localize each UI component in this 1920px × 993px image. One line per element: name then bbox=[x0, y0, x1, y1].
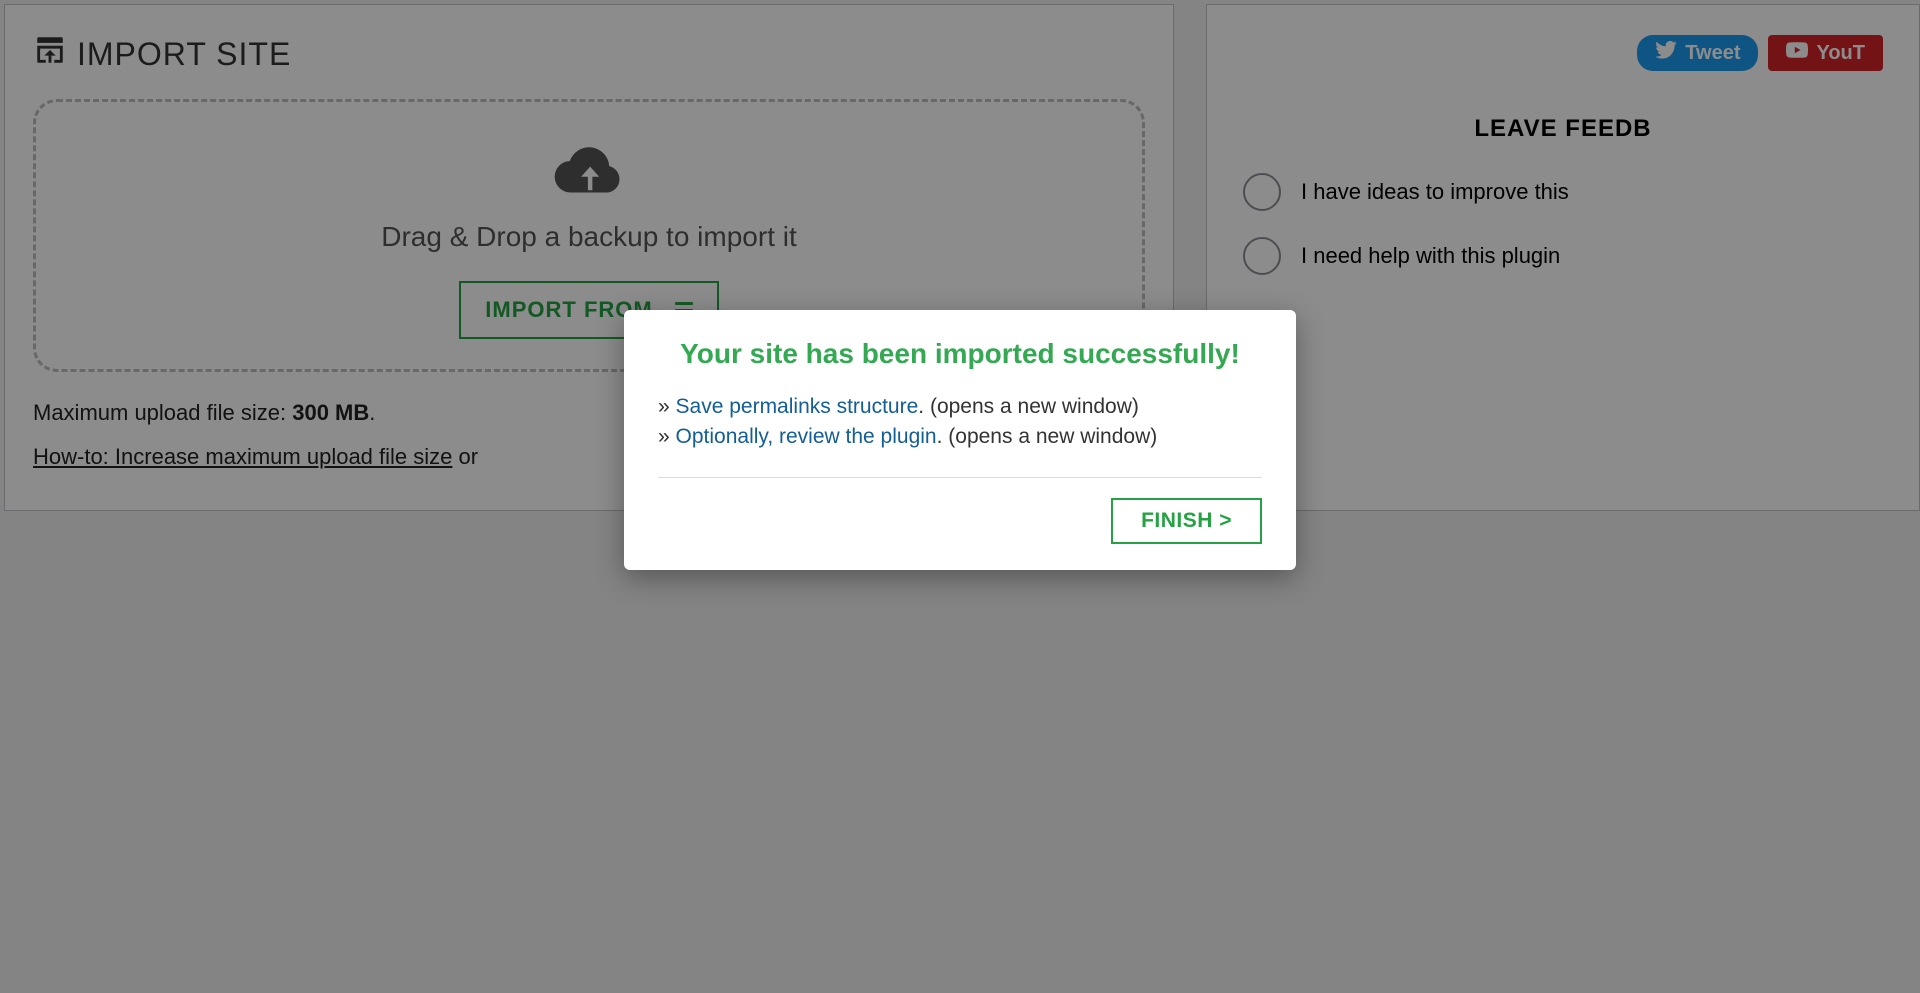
finish-button[interactable]: FINISH > bbox=[1111, 498, 1262, 544]
review-plugin-link[interactable]: Optionally, review the plugin bbox=[676, 425, 937, 448]
bullet-arrow: » bbox=[658, 395, 676, 418]
modal-list: » Save permalinks structure. (opens a ne… bbox=[658, 392, 1262, 453]
save-permalinks-link[interactable]: Save permalinks structure bbox=[676, 395, 919, 418]
modal-divider bbox=[658, 477, 1262, 478]
modal-row-rest: . (opens a new window) bbox=[918, 395, 1139, 418]
modal-row-rest: . (opens a new window) bbox=[937, 425, 1158, 448]
bullet-arrow: » bbox=[658, 425, 676, 448]
modal-actions: FINISH > bbox=[658, 498, 1262, 544]
modal-overlay: Your site has been imported successfully… bbox=[0, 0, 1920, 993]
success-modal: Your site has been imported successfully… bbox=[624, 310, 1296, 570]
modal-title: Your site has been imported successfully… bbox=[658, 338, 1262, 370]
